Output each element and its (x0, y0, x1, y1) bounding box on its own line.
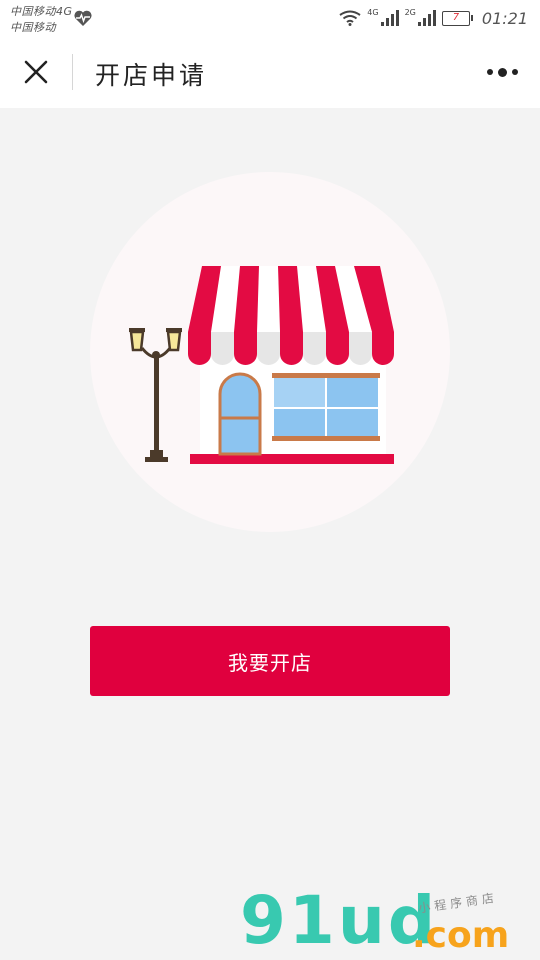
signal-icon (380, 10, 399, 26)
network-type-secondary: 2G (404, 7, 416, 17)
network-type-primary: 4G (367, 7, 379, 17)
more-dots-icon-center (497, 67, 507, 77)
battery-level: 7 (452, 12, 460, 23)
status-indicators: 4G 2G 7 01:21 (339, 6, 528, 30)
watermark-logo: 91ud (240, 882, 439, 959)
awning-icon (188, 266, 394, 365)
shop-illustration (129, 266, 394, 464)
signal-icon-secondary (417, 10, 436, 26)
watermark-domain: .com (412, 915, 510, 956)
carrier-label-secondary: 中国移动 (10, 21, 56, 34)
more-dots-icon (486, 69, 493, 75)
open-shop-button[interactable]: 我要开店 (90, 626, 450, 696)
status-clock: 01:21 (481, 8, 528, 28)
page-title: 开店申请 (95, 61, 208, 90)
wifi-icon (339, 10, 361, 26)
more-dots-icon-right (511, 69, 518, 75)
street-lamp-icon (129, 328, 182, 462)
close-button[interactable] (14, 52, 58, 92)
storefront-icon (190, 350, 394, 464)
nav-bar: 开店申请 (0, 36, 540, 108)
battery-icon: 7 (441, 10, 473, 26)
heart-rate-icon (74, 10, 92, 26)
nav-divider (72, 54, 73, 90)
watermark: 91ud 小程序商店 .com (240, 888, 540, 960)
carrier-label-primary: 中国移动4G (10, 5, 73, 18)
close-icon (24, 60, 48, 84)
more-button[interactable] (482, 60, 522, 84)
status-bar: 中国移动4G 中国移动 4G 2G 7 01:21 (0, 0, 540, 36)
